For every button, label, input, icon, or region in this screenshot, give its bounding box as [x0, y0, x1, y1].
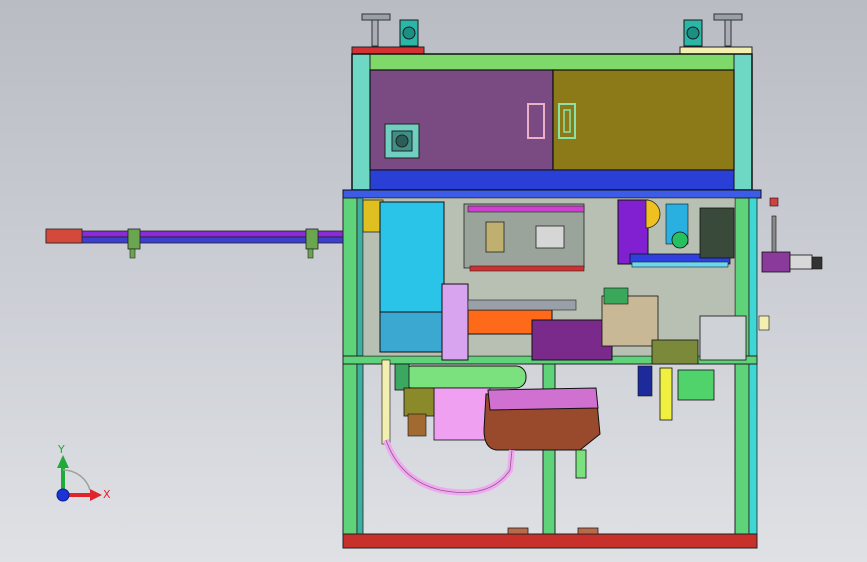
steel-block-right [699, 315, 747, 361]
dark-module [699, 207, 735, 259]
purple-actuator [531, 319, 613, 361]
cylinder-end-cap [394, 363, 410, 391]
cad-viewport[interactable]: Y X [0, 0, 867, 562]
x-arrow-icon [90, 489, 102, 501]
electrical-panel-olive [552, 69, 735, 171]
green-roller-icon [671, 231, 689, 249]
magenta-rail-a [467, 205, 585, 213]
green-u-bend [677, 369, 715, 401]
lower-frame-top-beam [342, 189, 762, 199]
olive-mount [403, 387, 435, 417]
top-red-plate [351, 46, 425, 55]
y-axis-label: Y [57, 443, 65, 456]
lower-right-post-inner [748, 197, 758, 549]
cyan-feeder-block [379, 201, 445, 313]
cyan-carriage-strip [631, 261, 729, 268]
gearbox-a [485, 221, 505, 253]
olive-bracket [651, 339, 699, 365]
yellow-post [659, 367, 673, 421]
base-bracket-left [507, 527, 529, 535]
lime-cylinder [401, 365, 527, 389]
lower-base-rail [342, 533, 758, 549]
red-rail-a [469, 265, 585, 272]
violet-column [441, 283, 469, 361]
pink-block [433, 387, 491, 441]
lower-right-post [734, 197, 750, 549]
magenta-housing-top [487, 387, 599, 411]
brown-valve-block [407, 413, 427, 437]
dark-blue-post [637, 365, 653, 397]
gearbox-b [535, 225, 565, 249]
side-conveyor [45, 228, 352, 259]
housing-outlet-post [575, 449, 587, 479]
left-small-tube [381, 359, 391, 445]
upper-frame-right-post [733, 53, 753, 195]
lower-left-post-outer [342, 197, 358, 549]
grey-mechanism-a [463, 203, 585, 269]
upper-blue-beam [369, 169, 735, 191]
top-casters [399, 19, 703, 47]
cyan-feeder-base [379, 311, 445, 353]
y-arrow-icon [57, 455, 69, 468]
axis-triad: Y X [56, 443, 111, 502]
upper-frame-left-post [351, 53, 371, 195]
z-axis-icon [56, 488, 70, 502]
lower-left-post-inner [356, 197, 364, 549]
green-sensor-block [603, 287, 629, 305]
top-yellow-plate [679, 46, 753, 55]
triad-arc-icon [62, 469, 91, 491]
grey-slide-guide [467, 299, 577, 311]
right-motor [758, 197, 823, 331]
x-axis-label: X [103, 488, 111, 501]
upper-frame-top-rail [351, 53, 753, 71]
base-bracket-right [577, 527, 599, 535]
emergency-stop-icon [384, 123, 420, 159]
